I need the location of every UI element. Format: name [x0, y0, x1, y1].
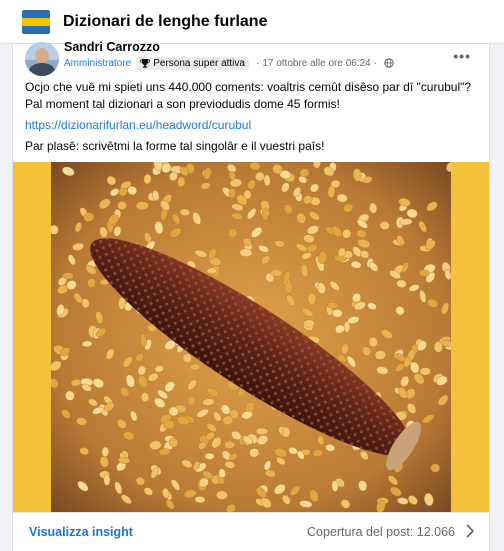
avatar[interactable] — [25, 42, 59, 76]
chevron-right-icon[interactable] — [465, 523, 475, 539]
post-footer: Visualizza insight Copertura del post: 1… — [13, 512, 489, 551]
post-meta: Amministratore Persona super attiva · 17… — [64, 56, 394, 70]
status-badge[interactable]: Persona super attiva — [136, 56, 249, 70]
post-reach: Copertura del post: 12.066 — [306, 525, 455, 539]
meta-separator: · — [373, 57, 378, 69]
badge-label: Persona super attiva — [153, 57, 245, 69]
post-text-line: Ocjo che vuê mi spieti uns 440.000 comen… — [25, 80, 472, 94]
trophy-icon — [140, 59, 151, 68]
friulian-flag-icon[interactable] — [20, 6, 52, 38]
post-text-line: Pal moment tal dizionari a son previodud… — [25, 97, 340, 111]
timestamp[interactable]: 17 ottobre alle ore 06:24 — [262, 58, 370, 69]
group-header: Dizionari de lenghe furlane — [0, 0, 504, 44]
more-options-icon[interactable]: ••• — [453, 48, 471, 64]
post-card: Sandri Carrozzo Amministratore Persona s… — [12, 40, 490, 551]
globe-icon[interactable] — [384, 58, 394, 68]
post-link[interactable]: https://dizionarifurlan.eu/headword/curu… — [25, 117, 485, 134]
author-name[interactable]: Sandri Carrozzo — [64, 40, 160, 54]
role-label[interactable]: Amministratore — [64, 58, 131, 69]
group-title[interactable]: Dizionari de lenghe furlane — [63, 13, 267, 31]
post-photo[interactable] — [13, 162, 489, 512]
corn-cob-photo — [51, 162, 451, 512]
view-insights-button[interactable]: Visualizza insight — [29, 525, 133, 539]
post-text: Ocjo che vuê mi spieti uns 440.000 comen… — [25, 79, 485, 113]
meta-separator: · — [255, 57, 260, 69]
post-text-line: Par plasê: scrivêtmi la forme tal singol… — [25, 139, 325, 153]
